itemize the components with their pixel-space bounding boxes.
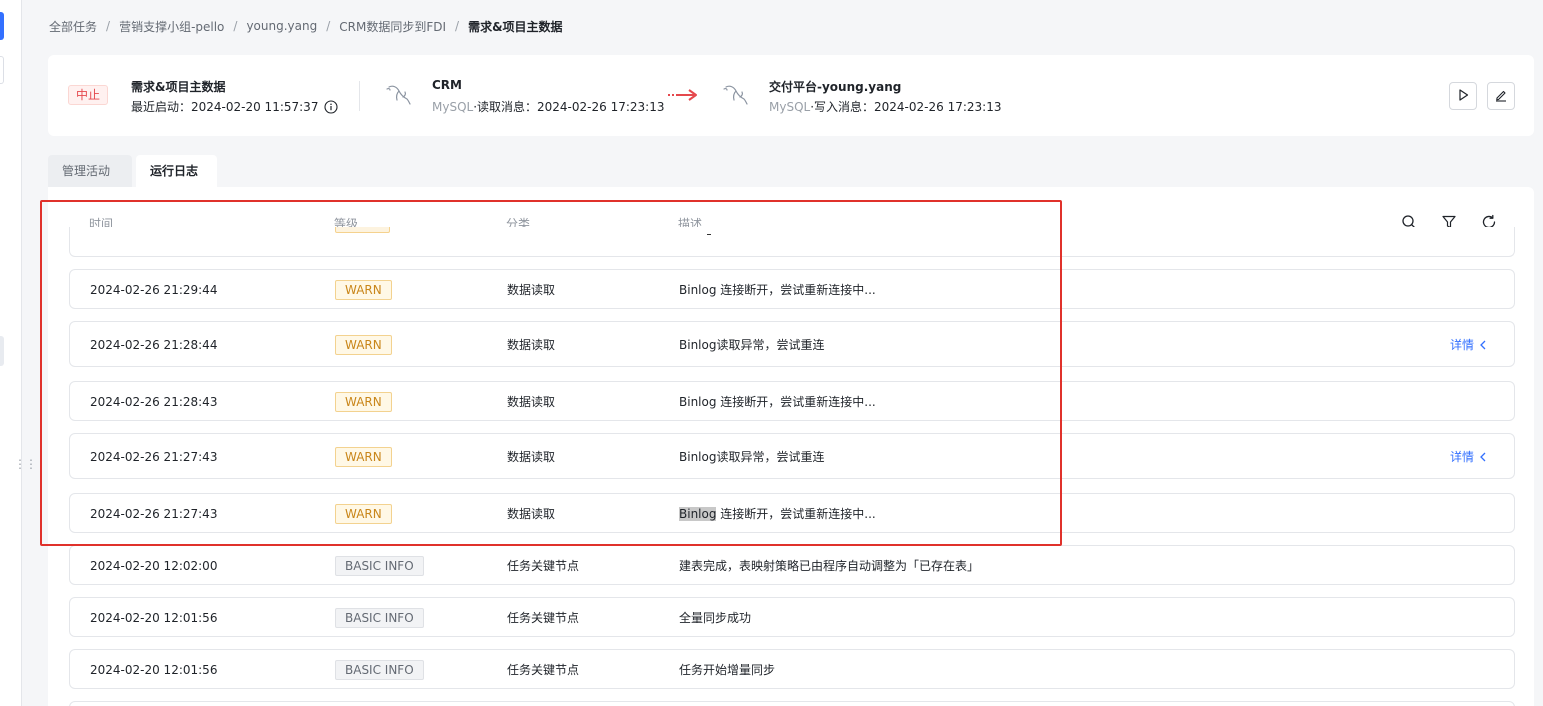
rail-nav-active[interactable]	[0, 12, 4, 40]
row-description-rest: 连接断开，尝试重新连接中...	[716, 507, 876, 521]
info-icon[interactable]	[324, 99, 339, 114]
rail-nav-item[interactable]	[0, 336, 4, 366]
tab-run-log[interactable]: 运行日志	[136, 155, 217, 187]
table-row[interactable]: 2024-02-26 21:27:43 WARN 数据读取 Binlog 连接断…	[69, 493, 1515, 533]
table-row[interactable]: 2024-02-26 21:28:43 WARN 数据读取 Binlog 连接断…	[69, 381, 1515, 421]
chevron-left-icon	[1480, 340, 1486, 350]
breadcrumb-separator: /	[106, 19, 111, 33]
level-badge: WARN	[335, 447, 392, 467]
table-row[interactable]: 2024-02-26 21:27:43 WARN 数据读取 Binlog读取异常…	[69, 433, 1515, 479]
table-row[interactable]: 2024-02-20 12:02:00 BASIC INFO 任务关键节点 建表…	[69, 545, 1515, 585]
task-last-start-text: 最近启动：2024-02-20 11:57:37	[131, 100, 319, 114]
row-description: Binlog 连接断开，尝试重新连接中...	[679, 395, 876, 409]
row-category: 任务关键节点	[507, 611, 580, 625]
mysql-dolphin-icon	[384, 81, 414, 111]
source-detail: MySQL·读取消息：2024-02-26 17:23:13	[432, 98, 664, 115]
table-row[interactable]: 2024-02-20 12:01:56 BASIC INFO 任务关键节点 全量…	[69, 597, 1515, 637]
selected-text-highlight: Binlog	[679, 507, 717, 521]
row-category: 数据读取	[507, 507, 556, 521]
row-time: 2024-02-26 21:27:43	[90, 450, 218, 464]
row-description: 全量同步成功	[679, 611, 752, 625]
row-description: Binlog 连接断开，尝试重新连接中...	[679, 506, 876, 522]
level-badge: WARN	[335, 392, 392, 412]
breadcrumb: 全部任务 / 营销支撑小组-pello / young.yang / CRM数据…	[49, 17, 563, 35]
breadcrumb-current: 需求&项目主数据	[468, 19, 563, 34]
row-category: 数据读取	[507, 395, 556, 409]
table-row[interactable]: 2024-02-26 21:28:44 WARN 数据读取 Binlog读取异常…	[69, 321, 1515, 367]
source-read-time: ·读取消息：2024-02-26 17:23:13	[473, 100, 665, 114]
level-badge: BASIC INFO	[335, 556, 424, 576]
level-badge-partial	[335, 227, 390, 233]
row-category: 数据读取	[507, 283, 556, 297]
chevron-left-icon	[1480, 452, 1486, 462]
status-badge: 中止	[68, 85, 109, 105]
row-description: 建表完成，表映射策略已由程序自动调整为「已存在表」	[679, 559, 980, 573]
row-time: 2024-02-26 21:28:44	[90, 338, 218, 352]
header-divider	[359, 81, 360, 111]
row-time: 2024-02-26 21:29:44	[90, 283, 218, 297]
row-category: 数据读取	[507, 450, 556, 464]
level-badge: WARN	[335, 280, 392, 300]
breadcrumb-group[interactable]: 营销支撑小组-pello	[119, 18, 224, 35]
task-title: 需求&项目主数据	[131, 80, 226, 94]
table-row-partial	[69, 227, 1515, 257]
task-last-start: 最近启动：2024-02-20 11:57:37	[131, 98, 339, 115]
level-badge: WARN	[335, 335, 392, 355]
target-db-type: MySQL	[769, 100, 811, 114]
task-header-card: 中止 需求&项目主数据 最近启动：2024-02-20 11:57:37 CRM…	[48, 55, 1534, 136]
row-category: 任务关键节点	[507, 663, 580, 677]
row-description: Binlog读取异常，尝试重连	[679, 450, 825, 464]
breadcrumb-separator: /	[455, 19, 460, 33]
table-row[interactable]: 2024-02-20 12:01:56 BASIC INFO 任务关键节点 任务…	[69, 649, 1515, 689]
detail-link[interactable]: 详情	[1450, 337, 1487, 353]
edit-icon	[1494, 88, 1508, 105]
partial-text-fragment	[707, 234, 711, 235]
source-db-type: MySQL	[432, 100, 474, 114]
detail-label: 详情	[1450, 338, 1475, 352]
breadcrumb-separator: /	[326, 19, 331, 33]
row-time: 2024-02-20 12:01:56	[90, 611, 218, 625]
level-badge: BASIC INFO	[335, 608, 424, 628]
row-description: Binlog 连接断开，尝试重新连接中...	[679, 283, 876, 297]
row-time: 2024-02-26 21:28:43	[90, 395, 218, 409]
breadcrumb-pipeline[interactable]: CRM数据同步到FDI	[339, 18, 446, 35]
tab-management-activity[interactable]: 管理活动	[48, 155, 132, 187]
rail-nav-item[interactable]	[0, 56, 4, 84]
table-row[interactable]: 2024-02-26 21:29:44 WARN 数据读取 Binlog 连接断…	[69, 269, 1515, 309]
source-name: CRM	[432, 78, 462, 92]
row-description: 任务开始增量同步	[679, 663, 776, 677]
run-button[interactable]	[1449, 82, 1477, 110]
row-category: 数据读取	[507, 338, 556, 352]
run-log-panel: 时间 等级 分类 描述 2024-02-26 21:29:44 WARN 数据读…	[48, 187, 1534, 706]
play-icon	[1456, 88, 1470, 105]
breadcrumb-separator: /	[233, 19, 238, 33]
left-rail	[0, 0, 22, 706]
row-time: 2024-02-20 12:02:00	[90, 559, 218, 573]
breadcrumb-all-tasks[interactable]: 全部任务	[49, 18, 97, 35]
drag-handle-icon[interactable]: ⋮⋮	[14, 458, 37, 470]
flow-arrow-icon	[666, 88, 700, 102]
target-write-time: ·写入消息：2024-02-26 17:23:13	[810, 100, 1002, 114]
level-badge: WARN	[335, 504, 392, 524]
table-row-partial	[69, 701, 1515, 706]
mysql-dolphin-icon	[721, 81, 751, 111]
row-description: Binlog读取异常，尝试重连	[679, 338, 825, 352]
edit-button[interactable]	[1487, 82, 1515, 110]
level-badge: BASIC INFO	[335, 660, 424, 680]
detail-label: 详情	[1450, 450, 1475, 464]
detail-link[interactable]: 详情	[1450, 449, 1487, 465]
row-category: 任务关键节点	[507, 559, 580, 573]
breadcrumb-owner[interactable]: young.yang	[246, 19, 317, 33]
row-time: 2024-02-20 12:01:56	[90, 663, 218, 677]
row-time: 2024-02-26 21:27:43	[90, 507, 218, 521]
target-name: 交付平台-young.yang	[769, 80, 902, 94]
target-detail: MySQL·写入消息：2024-02-26 17:23:13	[769, 98, 1001, 115]
